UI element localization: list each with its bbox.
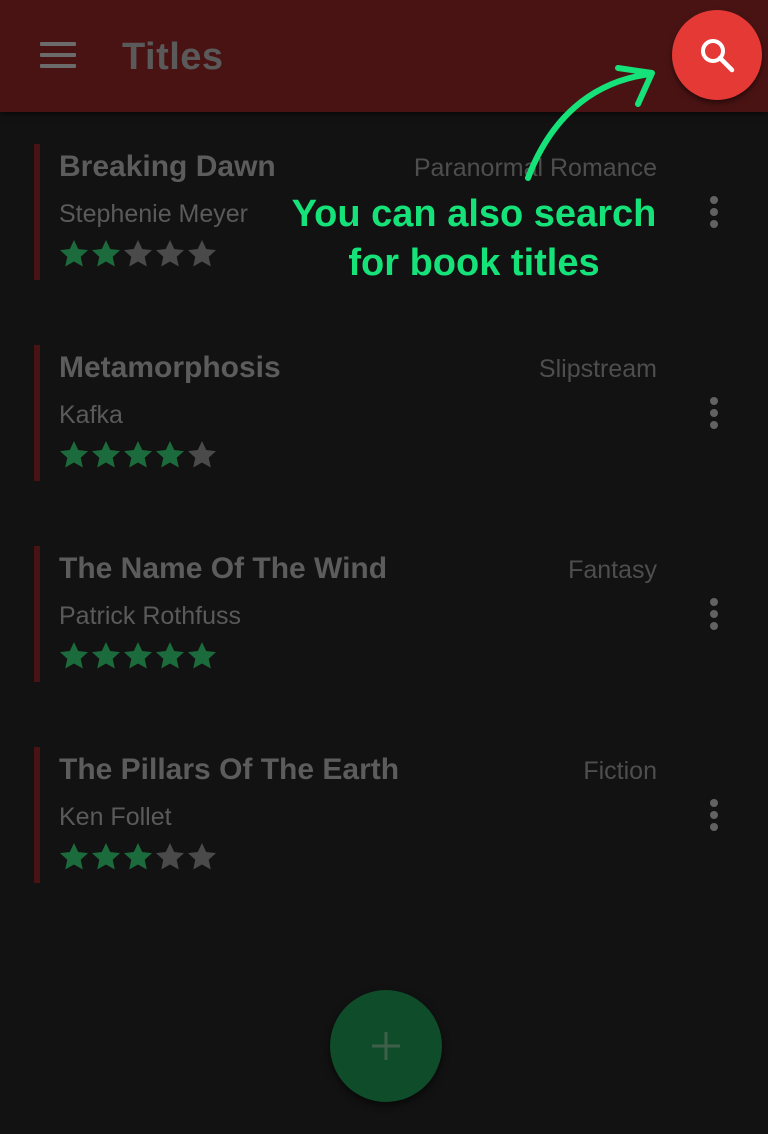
book-author: Ken Follet [59,803,172,831]
star-filled-icon [124,642,152,669]
book-title: The Pillars Of The Earth [59,753,400,786]
book-card[interactable]: Metamorphosis Slipstream Kafka [34,345,734,481]
book-title: The Name Of The Wind [59,552,388,585]
coach-arrow [525,65,655,181]
plus-icon [372,1032,400,1060]
search-button[interactable] [672,10,762,100]
coach-line-1: You can also search [291,193,657,235]
add-book-button[interactable] [330,990,442,1102]
rating-stars [58,841,218,871]
page-title: Titles [122,36,224,78]
star-filled-icon [60,441,88,468]
more-options-icon[interactable] [702,596,726,632]
star-empty-icon [124,240,152,267]
star-filled-icon [188,642,216,669]
accent-bar [34,747,40,883]
book-title: Breaking Dawn [59,150,276,183]
coach-mark-text: You can also search for book titles [280,190,668,288]
star-empty-icon [156,843,184,870]
star-filled-icon [124,843,152,870]
book-genre: Slipstream [538,355,657,383]
book-title: Metamorphosis [59,351,281,384]
more-options-icon[interactable] [702,395,726,431]
star-empty-icon [188,441,216,468]
rating-stars [58,238,218,268]
coach-line-2: for book titles [348,242,600,284]
book-author: Kafka [59,401,123,429]
book-card[interactable]: The Pillars Of The Earth Fiction Ken Fol… [34,747,734,883]
star-filled-icon [92,240,120,267]
star-empty-icon [188,843,216,870]
accent-bar [34,144,40,280]
book-author: Stephenie Meyer [59,200,249,228]
star-filled-icon [92,843,120,870]
accent-bar [34,345,40,481]
rating-stars [58,439,218,469]
star-filled-icon [60,843,88,870]
book-genre: Fiction [583,757,657,785]
hamburger-menu-icon[interactable] [40,42,76,68]
accent-bar [34,546,40,682]
star-filled-icon [156,441,184,468]
star-filled-icon [156,642,184,669]
search-icon [701,39,735,73]
book-author: Patrick Rothfuss [59,602,242,630]
star-filled-icon [60,642,88,669]
more-options-icon[interactable] [702,797,726,833]
book-genre: Fantasy [568,556,657,584]
star-empty-icon [156,240,184,267]
book-card[interactable]: The Name Of The Wind Fantasy Patrick Rot… [34,546,734,682]
rating-stars [58,640,218,670]
star-filled-icon [60,240,88,267]
star-filled-icon [92,642,120,669]
more-options-icon[interactable] [702,194,726,230]
star-empty-icon [188,240,216,267]
star-filled-icon [92,441,120,468]
star-filled-icon [124,441,152,468]
